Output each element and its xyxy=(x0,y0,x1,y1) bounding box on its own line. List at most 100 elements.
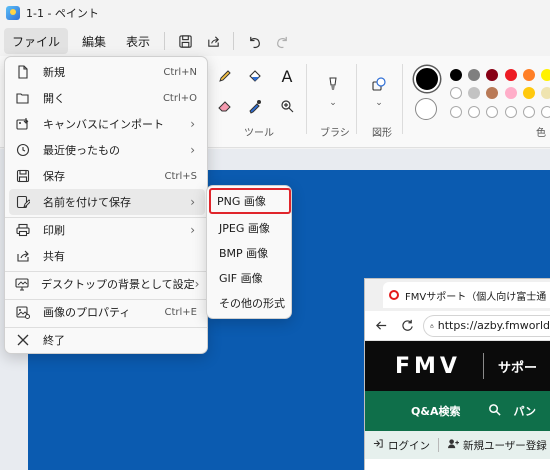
shapes-chevron-icon[interactable]: ⌄ xyxy=(366,96,392,110)
fill-bucket-icon[interactable] xyxy=(242,64,268,88)
color-swatch[interactable] xyxy=(523,69,535,81)
pasted-browser-image: FMVサポート（個人向け富士通 https://azby.fmworld FMV… xyxy=(364,278,550,470)
file-menu-open[interactable]: 開く Ctrl+O xyxy=(9,85,205,111)
fmv-login-bar: ログイン 新規ユーザー登録 xyxy=(365,431,550,459)
save-as-jpeg[interactable]: JPEG 画像 xyxy=(211,216,289,240)
browser-tab-title: FMVサポート（個人向け富士通 xyxy=(405,291,547,303)
menu-view[interactable]: 表示 xyxy=(118,28,158,54)
browser-nav-bar: https://azby.fmworld xyxy=(365,311,550,341)
menu-edit[interactable]: 編集 xyxy=(74,28,114,54)
redo-icon[interactable] xyxy=(268,28,296,54)
file-menu-save-as[interactable]: 名前を付けて保存 › xyxy=(9,189,205,215)
file-menu-new[interactable]: 新規 Ctrl+N xyxy=(9,59,205,85)
file-menu-print-label: 印刷 xyxy=(43,224,65,237)
pencil-icon[interactable] xyxy=(212,64,238,88)
color-swatch[interactable] xyxy=(505,87,517,99)
text-tool-glyph: A xyxy=(281,66,293,86)
ribbon-divider xyxy=(306,64,307,134)
color-swatch[interactable] xyxy=(541,69,550,81)
import-canvas-icon xyxy=(15,116,31,132)
file-menu-image-properties[interactable]: 画像のプロパティ Ctrl+E xyxy=(9,299,205,325)
file-menu-import-canvas[interactable]: キャンバスにインポート › xyxy=(9,111,205,137)
file-menu-image-properties-label: 画像のプロパティ xyxy=(43,306,131,319)
menu-bar: ファイル 編集 表示 xyxy=(0,26,550,56)
new-user-link: 新規ユーザー登録 xyxy=(463,439,547,452)
browser-url-bar: https://azby.fmworld xyxy=(423,314,550,337)
save-as-gif[interactable]: GIF 画像 xyxy=(211,266,289,290)
ribbon-divider xyxy=(402,64,403,134)
search-icon xyxy=(488,403,502,419)
ribbon-divider xyxy=(356,64,357,134)
file-menu-recent[interactable]: 最近使ったもの › xyxy=(9,137,205,163)
save-icon[interactable] xyxy=(171,28,199,54)
color-swatch[interactable] xyxy=(486,87,498,99)
custom-color-slot[interactable] xyxy=(505,106,517,118)
color-swatch[interactable] xyxy=(505,69,517,81)
menu-file[interactable]: ファイル xyxy=(4,28,69,54)
submenu-chevron-icon: › xyxy=(190,223,195,237)
save-as-submenu: PNG 画像 JPEG 画像 BMP 画像 GIF 画像 その他の形式 xyxy=(206,185,292,319)
refresh-icon xyxy=(397,316,417,336)
color-picker-icon[interactable] xyxy=(242,94,268,118)
custom-color-slot[interactable] xyxy=(541,106,550,118)
custom-color-slot[interactable] xyxy=(523,106,535,118)
login-divider xyxy=(438,438,439,452)
brush-icon[interactable] xyxy=(320,72,346,96)
group-label-brushes: ブラシ xyxy=(320,128,350,139)
fmv-nav-bar: Q&A検索 パン xyxy=(365,391,550,431)
color-swatch[interactable] xyxy=(468,69,480,81)
color-swatch[interactable] xyxy=(541,87,550,99)
new-file-icon xyxy=(15,64,31,80)
clock-icon xyxy=(15,142,31,158)
submenu-chevron-icon: › xyxy=(194,277,200,291)
add-user-icon xyxy=(447,438,459,452)
menu-divider xyxy=(164,32,166,50)
file-menu-exit[interactable]: 終了 xyxy=(9,327,205,353)
color-swatch[interactable] xyxy=(523,87,535,99)
group-label-tools: ツール xyxy=(244,128,274,139)
file-menu-new-label: 新規 xyxy=(43,66,65,79)
file-menu-import-canvas-label: キャンバスにインポート xyxy=(43,118,164,131)
text-icon[interactable]: A xyxy=(274,64,300,88)
share-icon[interactable] xyxy=(199,28,227,54)
login-icon xyxy=(373,438,384,452)
fmv-support-label: サポー xyxy=(497,360,537,376)
group-label-shapes: 図形 xyxy=(372,128,392,139)
custom-color-slot[interactable] xyxy=(450,106,462,118)
color-swatch[interactable] xyxy=(468,87,480,99)
file-menu-open-shortcut: Ctrl+O xyxy=(162,92,197,104)
custom-color-slot[interactable] xyxy=(468,106,480,118)
save-as-png[interactable]: PNG 画像 xyxy=(209,188,291,214)
file-menu-new-shortcut: Ctrl+N xyxy=(163,66,197,78)
save-as-other-formats[interactable]: その他の形式 xyxy=(211,291,289,315)
eraser-icon[interactable] xyxy=(212,94,238,118)
share-icon xyxy=(15,248,31,264)
custom-color-slot[interactable] xyxy=(486,106,498,118)
shapes-icon[interactable] xyxy=(366,72,392,96)
brush-chevron-icon[interactable]: ⌄ xyxy=(320,96,346,110)
image-properties-icon xyxy=(15,304,31,320)
magnifier-icon[interactable] xyxy=(274,94,300,118)
submenu-chevron-icon: › xyxy=(190,117,195,131)
title-bar: 1-1 - ペイント xyxy=(0,0,550,26)
undo-icon[interactable] xyxy=(240,28,268,54)
save-as-bmp[interactable]: BMP 画像 xyxy=(211,241,289,265)
file-menu-print[interactable]: 印刷 › xyxy=(9,217,205,243)
group-label-colors: 色 xyxy=(536,128,546,139)
primary-color[interactable] xyxy=(414,66,440,92)
fmv-logo: FMV xyxy=(395,353,461,379)
color-swatch[interactable] xyxy=(450,69,462,81)
file-menu-save-shortcut: Ctrl+S xyxy=(164,170,197,182)
color-swatch[interactable] xyxy=(450,87,462,99)
file-menu-save[interactable]: 保存 Ctrl+S xyxy=(9,163,205,189)
file-menu-save-label: 保存 xyxy=(43,170,65,183)
file-menu-share[interactable]: 共有 xyxy=(9,243,205,269)
back-arrow-icon xyxy=(371,316,391,336)
browser-tab-bar: FMVサポート（個人向け富士通 xyxy=(365,279,550,311)
save-as-icon xyxy=(15,194,31,210)
browser-tab: FMVサポート（個人向け富士通 xyxy=(383,282,550,308)
secondary-color[interactable] xyxy=(415,98,437,120)
file-menu-image-properties-shortcut: Ctrl+E xyxy=(164,306,198,318)
file-menu-set-desktop[interactable]: デスクトップの背景として設定 › xyxy=(9,271,205,297)
color-swatch[interactable] xyxy=(486,69,498,81)
